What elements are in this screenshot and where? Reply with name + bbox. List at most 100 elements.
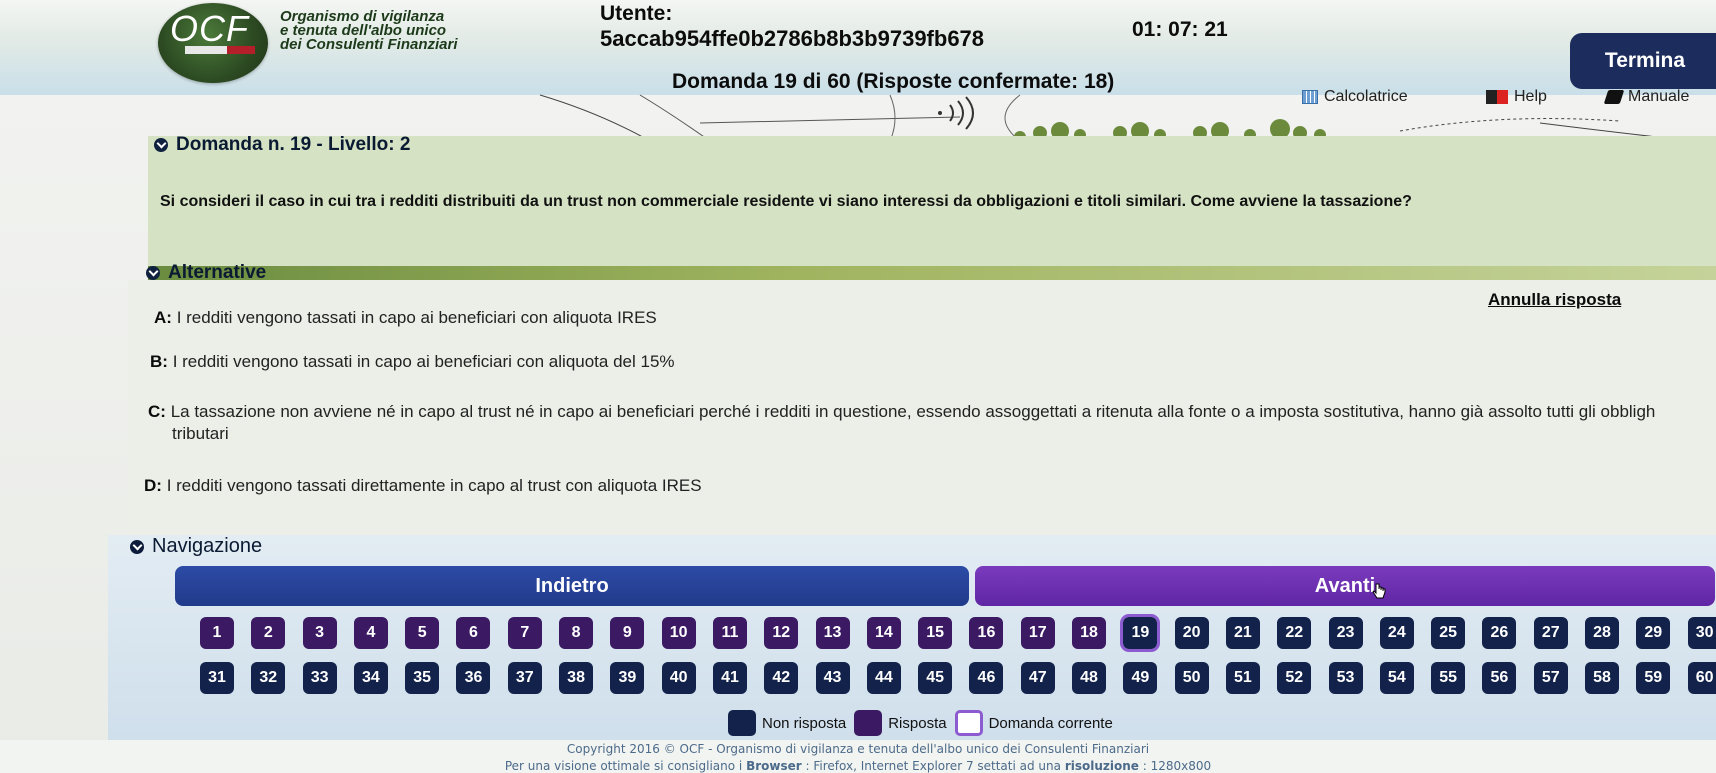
browser-note-prefix: Per una visione ottimale si consigliano …	[504, 759, 743, 773]
question-number-button[interactable]: 11	[712, 617, 747, 649]
question-number-button[interactable]: 46	[969, 662, 1004, 694]
question-number-button[interactable]: 31	[200, 662, 234, 694]
legend-current: Domanda corrente	[954, 710, 1113, 736]
question-number-button[interactable]: 23	[1328, 617, 1363, 649]
question-number-button[interactable]: 59	[1636, 662, 1671, 694]
question-number-button[interactable]: 1	[200, 617, 234, 649]
question-number-button[interactable]: 32	[251, 662, 286, 694]
question-number-button[interactable]: 44	[866, 662, 901, 694]
resolution-label: risoluzione	[1064, 759, 1139, 773]
question-number-button[interactable]: 8	[559, 617, 594, 649]
question-number-button[interactable]: 5	[405, 617, 440, 649]
legend-swatch	[728, 710, 756, 736]
question-number-button[interactable]: 4	[353, 617, 388, 649]
user-id: 5accab954ffe0b2786b8b3b9739fb678	[600, 26, 985, 51]
question-number-button[interactable]: 17	[1020, 617, 1055, 649]
question-number-button[interactable]: 53	[1328, 662, 1363, 694]
question-number-button[interactable]: 25	[1431, 617, 1466, 649]
question-text: Si consideri il caso in cui tra i reddit…	[160, 193, 1412, 210]
question-number-button[interactable]: 14	[866, 617, 901, 649]
question-number-button[interactable]: 21	[1225, 617, 1260, 649]
question-number-button[interactable]: 18	[1072, 617, 1107, 649]
termina-button[interactable]: Termina	[1570, 33, 1716, 89]
legend-unanswered: Non risposta	[728, 710, 846, 736]
question-number-button[interactable]: 47	[1020, 662, 1055, 694]
option-letter: A:	[154, 308, 172, 327]
indietro-button[interactable]: Indietro	[175, 566, 969, 606]
answer-option-b[interactable]: B: I redditi vengono tassati in capo ai …	[150, 350, 675, 374]
question-number-button[interactable]: 54	[1379, 662, 1414, 694]
question-number-button[interactable]: 15	[918, 617, 953, 649]
hand-cursor-icon	[1372, 583, 1386, 599]
question-number-button[interactable]: 12	[764, 617, 799, 649]
organization-name: Organismo di vigilanza e tenuta dell'alb…	[280, 9, 458, 52]
question-number-button[interactable]: 13	[815, 617, 850, 649]
question-number-button[interactable]: 48	[1072, 662, 1107, 694]
question-number-button[interactable]: 52	[1277, 662, 1312, 694]
alternatives-heading: Alternative	[146, 262, 266, 284]
chevron-bullet-icon	[130, 539, 144, 554]
logo-text: OCF	[170, 8, 249, 49]
question-number-button[interactable]: 19	[1120, 614, 1161, 652]
question-number-button[interactable]: 24	[1379, 617, 1414, 649]
question-number-button[interactable]: 51	[1225, 662, 1260, 694]
question-number-button[interactable]: 33	[302, 662, 337, 694]
question-number-button[interactable]: 30	[1687, 617, 1716, 649]
navigation-heading: Navigazione	[130, 535, 262, 558]
legend-label: Domanda corrente	[988, 714, 1113, 732]
option-text: I redditi vengono tassati in capo ai ben…	[172, 352, 675, 371]
question-number-button[interactable]: 50	[1174, 662, 1209, 694]
question-number-button[interactable]: 6	[456, 617, 491, 649]
status-legend: Non risposta Risposta Domanda corrente	[728, 710, 1121, 736]
question-number-button[interactable]: 57	[1533, 662, 1568, 694]
question-number-button[interactable]: 42	[764, 662, 799, 694]
exam-timer: 01: 07: 21	[1132, 18, 1228, 41]
annulla-risposta-link[interactable]: Annulla risposta	[1488, 290, 1621, 310]
option-text: I redditi vengono tassati in capo ai ben…	[176, 308, 657, 327]
browser-note: Per una visione ottimale si consigliano …	[0, 759, 1716, 773]
question-number-button[interactable]: 55	[1431, 662, 1466, 694]
question-number-button[interactable]: 37	[507, 662, 542, 694]
question-number-button[interactable]: 56	[1482, 662, 1517, 694]
question-number-button[interactable]: 26	[1482, 617, 1517, 649]
alternatives-band	[148, 266, 1716, 280]
question-number-button[interactable]: 27	[1533, 617, 1568, 649]
chevron-bullet-icon	[154, 138, 168, 152]
question-grid-row-1: 1 2 3 4 5 6 7 8 9 10 11 12 13 14 15 16 17 18 19 20 21 22 23 24 2…	[200, 614, 1716, 652]
question-number-button[interactable]: 40	[661, 662, 696, 694]
option-letter: D:	[144, 476, 162, 495]
question-number-button[interactable]: 34	[353, 662, 388, 694]
question-number-button[interactable]: 10	[661, 617, 696, 649]
answer-option-c-continuation[interactable]: tributari	[172, 422, 229, 446]
legend-answered: Risposta	[854, 710, 947, 736]
chevron-bullet-icon	[146, 266, 160, 280]
question-number-button[interactable]: 20	[1174, 617, 1209, 649]
answer-option-c[interactable]: C: La tassazione non avviene né in capo …	[148, 400, 1716, 424]
avanti-button[interactable]: Avanti	[975, 566, 1715, 606]
option-letter: C:	[148, 402, 166, 421]
answer-option-a[interactable]: A: I redditi vengono tassati in capo ai …	[154, 306, 657, 330]
resolution-value: : 1280x800	[1142, 759, 1212, 773]
question-number-button[interactable]: 36	[456, 662, 491, 694]
question-number-button[interactable]: 49	[1123, 662, 1158, 694]
question-number-button[interactable]: 29	[1636, 617, 1671, 649]
answer-option-d[interactable]: D: I redditi vengono tassati direttament…	[144, 474, 702, 498]
question-heading: Domanda n. 19 - Livello: 2	[154, 134, 410, 156]
question-number-button[interactable]: 7	[507, 617, 542, 649]
question-number-button[interactable]: 2	[251, 617, 286, 649]
question-number-button[interactable]: 9	[610, 617, 645, 649]
logo-flag-stripe	[185, 46, 255, 54]
question-number-button[interactable]: 3	[302, 617, 337, 649]
exam-page: { "header": { "logo_text": "OCF", "org_l…	[0, 0, 1716, 773]
question-number-button[interactable]: 58	[1585, 662, 1620, 694]
question-number-button[interactable]: 38	[559, 662, 594, 694]
question-number-button[interactable]: 41	[712, 662, 747, 694]
question-number-button[interactable]: 45	[918, 662, 953, 694]
question-number-button[interactable]: 16	[969, 617, 1004, 649]
question-number-button[interactable]: 28	[1585, 617, 1620, 649]
question-number-button[interactable]: 60	[1687, 662, 1716, 694]
question-number-button[interactable]: 22	[1277, 617, 1312, 649]
question-number-button[interactable]: 43	[815, 662, 850, 694]
question-number-button[interactable]: 39	[610, 662, 645, 694]
question-number-button[interactable]: 35	[405, 662, 440, 694]
